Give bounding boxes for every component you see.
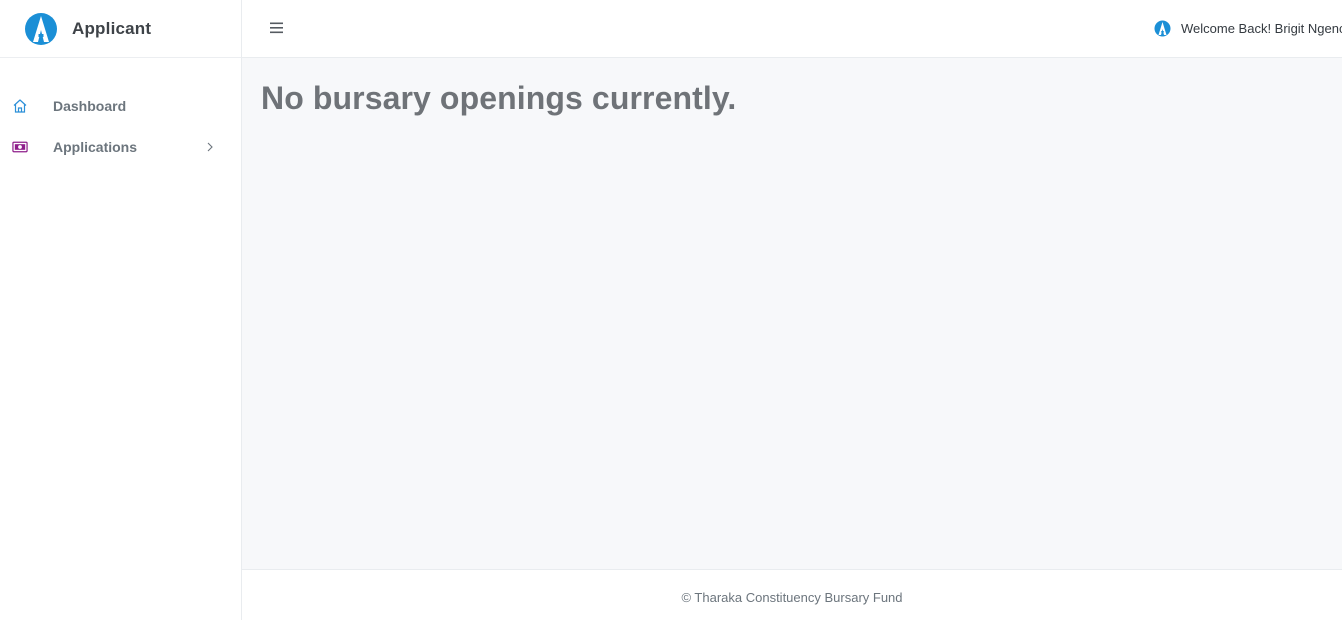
brand[interactable]: Applicant (0, 0, 241, 58)
cash-icon (12, 139, 28, 155)
applicant-logo-icon (24, 12, 58, 46)
page-title: No bursary openings currently. (261, 80, 737, 116)
chevron-right-icon (205, 140, 215, 152)
sidebar-item-label: Dashboard (53, 97, 127, 114)
footer-text: © Tharaka Constituency Bursary Fund (681, 590, 903, 605)
main-content: No bursary openings currently. (242, 58, 1342, 569)
sidebar: Applicant Dashboard Applications (0, 0, 242, 620)
home-icon (12, 98, 28, 114)
user-menu[interactable]: Welcome Back! Brigit Ngenc (1154, 17, 1342, 39)
sidebar-item-dashboard[interactable]: Dashboard (0, 85, 241, 126)
app-root: Applicant Dashboard Applications Welcome… (0, 0, 1342, 620)
hamburger-icon[interactable] (268, 19, 286, 37)
footer: © Tharaka Constituency Bursary Fund (242, 569, 1342, 620)
sidebar-item-applications[interactable]: Applications (0, 126, 241, 167)
sidebar-nav: Dashboard Applications (0, 85, 241, 167)
welcome-text: Welcome Back! Brigit Ngenc (1181, 20, 1342, 36)
sidebar-item-label: Applications (53, 138, 138, 155)
topbar: Welcome Back! Brigit Ngenc (242, 0, 1342, 58)
applicant-logo-icon (1154, 20, 1171, 37)
brand-name: Applicant (72, 18, 152, 38)
